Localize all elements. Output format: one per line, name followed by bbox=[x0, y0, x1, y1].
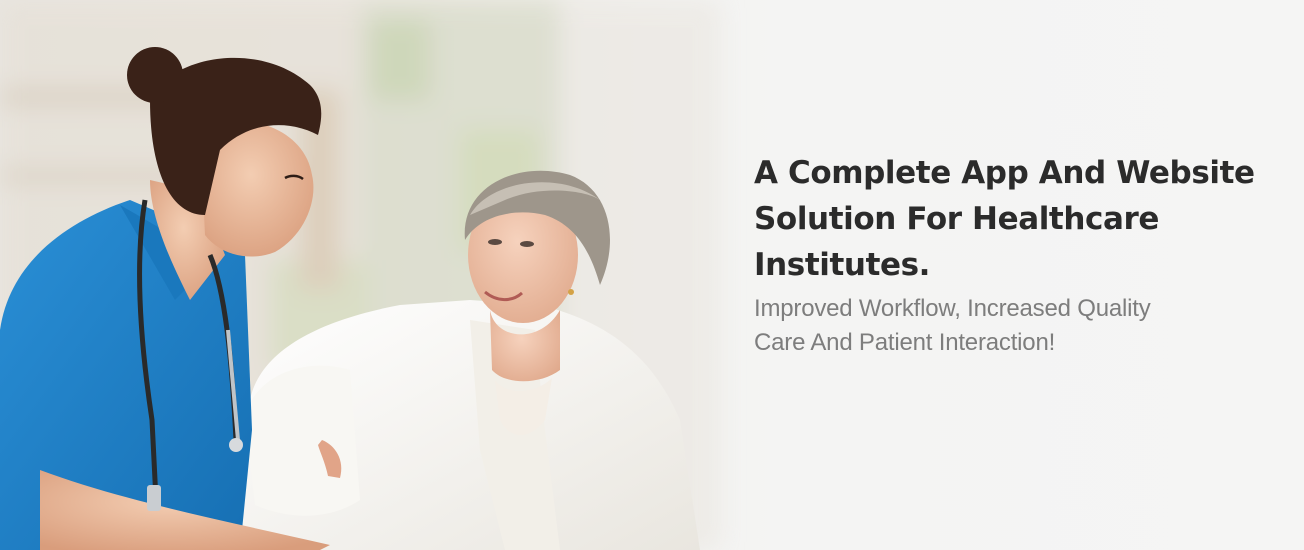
headline-line: Solution For Healthcare bbox=[754, 201, 1160, 237]
hero-subheadline: Improved Workflow, Increased Quality Car… bbox=[754, 292, 1274, 360]
headline-line: Institutes. bbox=[754, 247, 931, 283]
subheadline-line: Improved Workflow, Increased Quality bbox=[754, 295, 1151, 322]
hero-banner: A Complete App And Website Solution For … bbox=[0, 0, 1304, 550]
nurse-and-elderly-patient-photo bbox=[0, 47, 700, 550]
subheadline-line: Care And Patient Interaction! bbox=[754, 329, 1056, 356]
headline-line: A Complete App And Website bbox=[754, 155, 1255, 191]
hero-copy: A Complete App And Website Solution For … bbox=[754, 150, 1274, 360]
hero-headline: A Complete App And Website Solution For … bbox=[754, 150, 1274, 288]
